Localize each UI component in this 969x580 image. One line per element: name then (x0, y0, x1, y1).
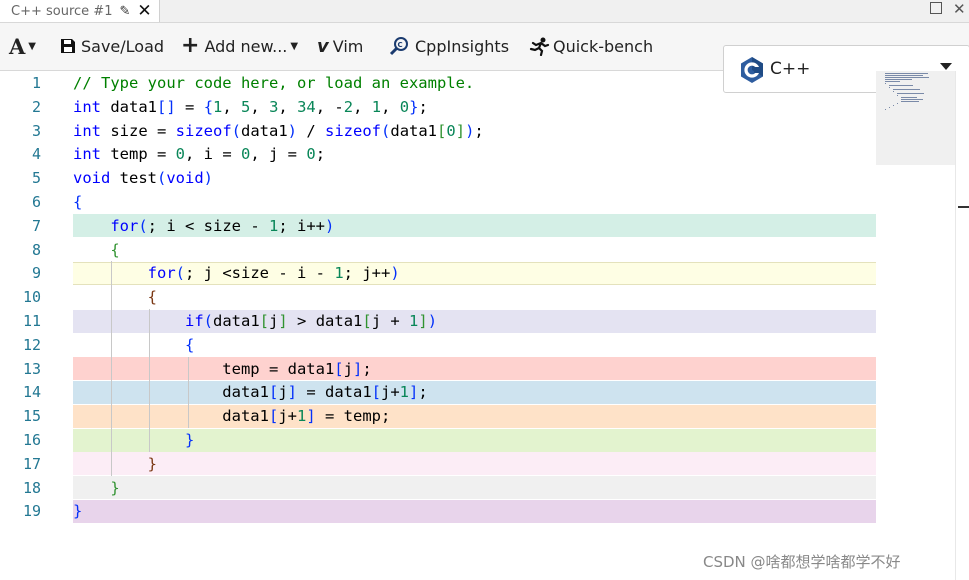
quick-bench-label: Quick-bench (553, 36, 654, 56)
line-number: 11 (22, 312, 41, 330)
chevron-down-icon: ▼ (290, 40, 299, 52)
line-number: 1 (31, 74, 41, 92)
floppy-disk-icon (61, 39, 75, 53)
minimap-line (885, 73, 928, 74)
add-new-label: Add new... (204, 36, 288, 56)
toolbar: A ▼ Save/Load + Add new... ▼ v Vim C Cpp… (0, 23, 969, 93)
code-line: { (147, 288, 157, 307)
minimap[interactable] (876, 71, 955, 165)
minimap-line (885, 75, 923, 76)
minimap-line (893, 89, 920, 90)
watermark: CSDN @啥都想学啥都学不好 (703, 553, 901, 571)
svg-text:C: C (398, 41, 403, 49)
line-number: 4 (31, 145, 41, 164)
minimap-line (885, 109, 886, 110)
minimap-line (897, 95, 898, 96)
line-highlight (73, 499, 876, 523)
code-line: data1[j] = data1[j+1]; (73, 383, 428, 402)
code-line: } (110, 478, 120, 497)
line-number: 19 (22, 502, 41, 521)
line-number: 17 (22, 454, 41, 473)
code-line: int size = sizeof(data1) / sizeof(data1[… (73, 121, 484, 140)
cppinsights-label: CppInsights (415, 36, 510, 56)
line-number: 13 (22, 359, 41, 378)
close-tab-icon[interactable]: ✕ (137, 2, 151, 20)
code-line: { (184, 335, 195, 354)
minimap-line (885, 83, 886, 84)
close-pane-icon[interactable]: ✕ (953, 0, 966, 18)
code-line: data1[j+1] = temp; (73, 407, 391, 426)
line-number: 8 (31, 240, 41, 259)
chevron-down-icon: ▼ (28, 40, 36, 52)
line-number: 3 (31, 121, 41, 140)
minimap-line (893, 91, 894, 92)
code-line: { (73, 193, 83, 211)
chevron-down-icon (940, 63, 952, 70)
add-new-button[interactable]: + Add new... ▼ (181, 33, 298, 59)
code-line: { (110, 240, 120, 259)
font-size-button[interactable]: A ▼ (9, 33, 36, 59)
line-number: 14 (22, 383, 41, 402)
code-line: } (73, 502, 83, 521)
editor-tab[interactable]: C++ source #1 ✎ ✕ (0, 0, 160, 22)
line-number: 2 (31, 97, 41, 116)
code-line: // Type your code here, or load an examp… (73, 74, 475, 92)
scrollbar-marker (958, 206, 969, 208)
code-line: int data1[] = {1, 5, 3, 34, -2, 1, 0}; (73, 97, 428, 116)
code-line: temp = data1[j]; (73, 359, 372, 378)
code-line: if(data1[j] > data1[j + 1]) (184, 312, 438, 330)
minimap-line (897, 93, 924, 94)
line-number: 7 (31, 216, 41, 235)
code-line: } (147, 454, 157, 473)
code-line: for(; j <size - i - 1; j++) (147, 264, 400, 283)
minimap-line (901, 99, 923, 100)
line-number: 9 (31, 264, 41, 283)
minimap-line (889, 107, 890, 108)
code-editor[interactable]: 1 2 3 4 5 6 7 8 9 10 11 12 13 14 15 16 17 18 19 // Type yo… (0, 71, 969, 580)
scrollbar[interactable] (955, 71, 969, 580)
line-number: 15 (22, 407, 41, 426)
line-highlight (73, 452, 876, 476)
plus-icon: + (181, 33, 200, 58)
code-line: int temp = 0, i = 0, j = 0; (73, 145, 326, 164)
line-number: 16 (22, 431, 41, 449)
save-load-label: Save/Load (81, 36, 165, 56)
minimap-line (893, 105, 894, 106)
minimap-line (901, 101, 919, 102)
minimap-line (901, 97, 917, 98)
line-highlight (73, 476, 876, 500)
code-line: void test(void) (73, 169, 214, 188)
line-number: 18 (22, 478, 41, 497)
pencil-icon[interactable]: ✎ (119, 4, 130, 19)
minimap-line (885, 77, 929, 78)
line-number: 10 (22, 288, 41, 307)
quick-bench-button[interactable]: Quick-bench (528, 33, 653, 59)
runner-icon (529, 37, 550, 56)
vim-label: Vim (332, 36, 364, 56)
save-load-button[interactable]: Save/Load (60, 33, 164, 59)
line-number: 12 (22, 335, 41, 354)
code-line: for(; i < size - 1; i++) (110, 216, 335, 235)
minimap-line (889, 87, 890, 88)
line-number: 5 (31, 169, 41, 188)
vim-button[interactable]: v Vim (317, 33, 363, 59)
magnifier-icon: C (389, 37, 408, 56)
line-number: 6 (31, 193, 41, 211)
minimap-line (897, 103, 898, 104)
vim-icon: v (317, 35, 329, 57)
code-line: } (184, 431, 195, 449)
minimap-line (889, 85, 913, 86)
tab-title: C++ source #1 (11, 3, 113, 19)
minimap-line (885, 81, 900, 82)
minimap-line (885, 79, 912, 80)
cppinsights-button[interactable]: C CppInsights (389, 33, 509, 59)
maximize-icon[interactable] (930, 2, 942, 14)
tab-bar: C++ source #1 ✎ ✕ ✕ (0, 0, 969, 23)
font-icon: A (9, 33, 26, 59)
